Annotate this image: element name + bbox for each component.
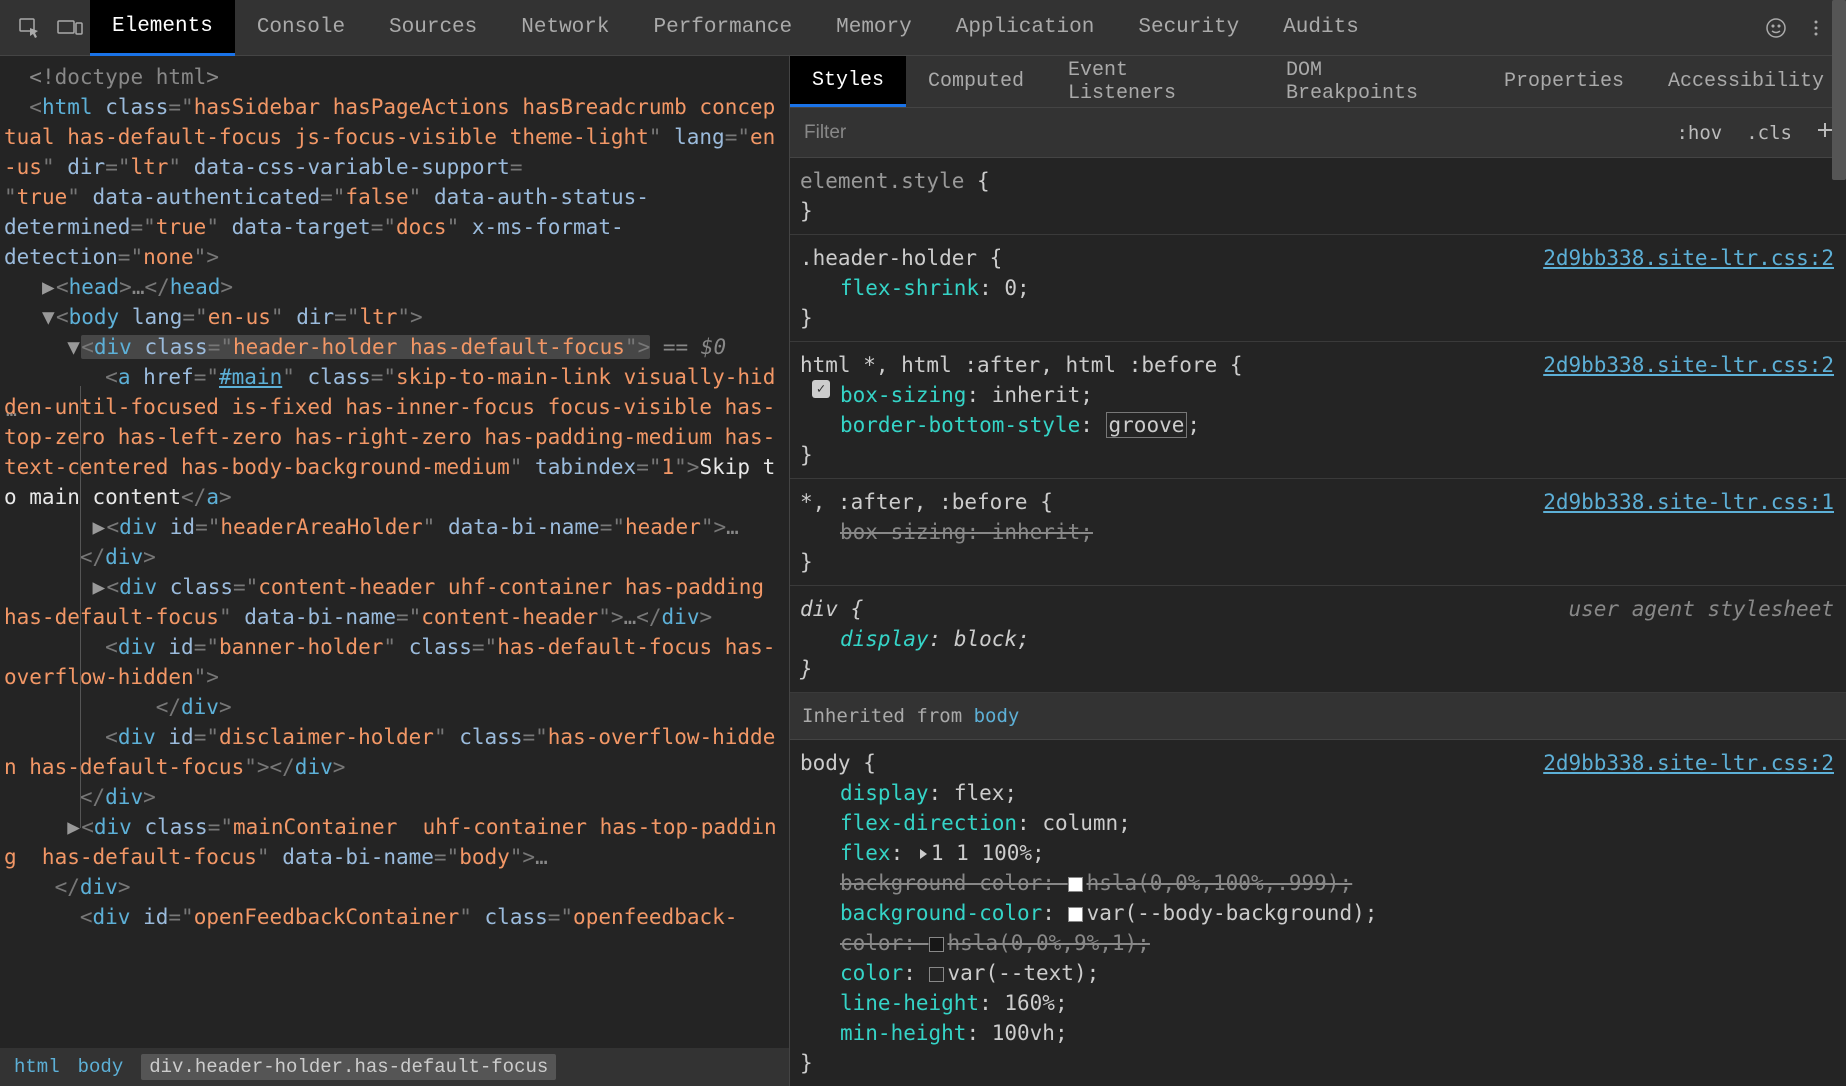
breadcrumb-selected[interactable]: div.header-holder.has-default-focus — [141, 1054, 556, 1080]
tab-elements[interactable]: Elements — [90, 0, 235, 56]
expand-icon[interactable] — [920, 849, 927, 859]
rule-star-after-before[interactable]: 2d9bb338.site-ltr.css:1 *, :after, :befo… — [790, 479, 1846, 586]
subtab-styles[interactable]: Styles — [790, 56, 906, 107]
breadcrumb-body[interactable]: body — [78, 1056, 124, 1078]
checkbox-icon[interactable]: ✓ — [812, 380, 830, 398]
gutter-ellipsis: … — [6, 396, 17, 426]
device-icon[interactable] — [50, 8, 90, 48]
styles-subtabs: Styles Computed Event Listeners DOM Brea… — [790, 56, 1846, 108]
rule-header-holder[interactable]: 2d9bb338.site-ltr.css:2 .header-holder {… — [790, 235, 1846, 342]
rule-html-star[interactable]: 2d9bb338.site-ltr.css:2 html *, html :af… — [790, 342, 1846, 479]
feedback-icon[interactable] — [1756, 8, 1796, 48]
hov-button[interactable]: :hov — [1664, 122, 1734, 144]
cls-button[interactable]: .cls — [1734, 122, 1804, 144]
css-source-link[interactable]: 2d9bb338.site-ltr.css:2 — [1543, 243, 1834, 273]
indent-guide — [80, 386, 81, 828]
color-swatch[interactable] — [1068, 907, 1083, 922]
ua-stylesheet-label: user agent stylesheet — [1568, 594, 1834, 624]
css-source-link[interactable]: 2d9bb338.site-ltr.css:2 — [1543, 748, 1834, 778]
css-source-link[interactable]: 2d9bb338.site-ltr.css:2 — [1543, 350, 1834, 380]
tab-audits[interactable]: Audits — [1261, 0, 1381, 56]
breadcrumb: html body div.header-holder.has-default-… — [0, 1048, 789, 1086]
styles-panel: Styles Computed Event Listeners DOM Brea… — [790, 56, 1846, 1086]
tab-security[interactable]: Security — [1116, 0, 1261, 56]
rule-element-style[interactable]: element.style { } — [790, 158, 1846, 235]
subtab-event-listeners[interactable]: Event Listeners — [1046, 56, 1264, 107]
inherited-from-header: Inherited from body — [790, 693, 1846, 740]
subtab-dom-breakpoints[interactable]: DOM Breakpoints — [1264, 56, 1482, 107]
css-source-link[interactable]: 2d9bb338.site-ltr.css:1 — [1543, 487, 1834, 517]
tab-network[interactable]: Network — [499, 0, 631, 56]
main-toolbar: Elements Console Sources Network Perform… — [0, 0, 1846, 56]
tab-sources[interactable]: Sources — [367, 0, 499, 56]
dom-tree[interactable]: … <!doctype html> <html class="hasSideba… — [0, 56, 789, 1048]
styles-list[interactable]: element.style { } 2d9bb338.site-ltr.css:… — [790, 158, 1846, 1086]
subtab-accessibility[interactable]: Accessibility — [1646, 56, 1846, 107]
tab-application[interactable]: Application — [934, 0, 1117, 56]
dom-source[interactable]: <!doctype html> <html class="hasSidebar … — [4, 62, 785, 932]
color-swatch[interactable] — [929, 967, 944, 982]
tab-performance[interactable]: Performance — [631, 0, 814, 56]
rule-div-ua[interactable]: user agent stylesheet div { display: blo… — [790, 586, 1846, 693]
main-area: … <!doctype html> <html class="hasSideba… — [0, 56, 1846, 1086]
breadcrumb-html[interactable]: html — [14, 1056, 60, 1078]
color-swatch[interactable] — [929, 937, 944, 952]
inherit-body-link[interactable]: body — [974, 705, 1020, 727]
more-icon[interactable] — [1796, 8, 1836, 48]
subtab-computed[interactable]: Computed — [906, 56, 1046, 107]
filter-input[interactable] — [790, 108, 1664, 157]
inspect-icon[interactable] — [10, 8, 50, 48]
tab-console[interactable]: Console — [235, 0, 367, 56]
subtab-properties[interactable]: Properties — [1482, 56, 1646, 107]
filter-row: :hov .cls — [790, 108, 1846, 158]
color-swatch[interactable] — [1068, 877, 1083, 892]
tab-memory[interactable]: Memory — [814, 0, 934, 56]
rule-body[interactable]: 2d9bb338.site-ltr.css:2 body { display: … — [790, 740, 1846, 1086]
elements-panel: … <!doctype html> <html class="hasSideba… — [0, 56, 790, 1086]
